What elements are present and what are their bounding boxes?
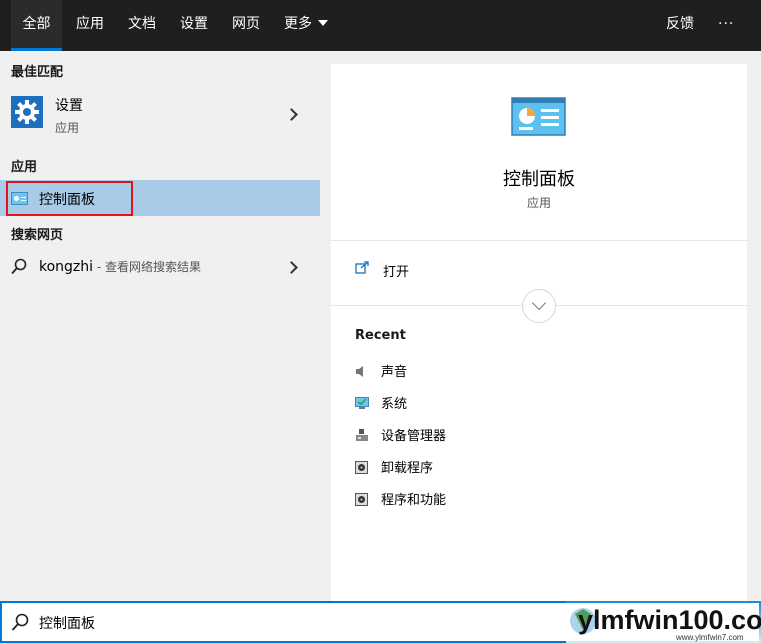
best-match-title: 设置: [55, 98, 83, 114]
watermark-text: ylmfwin100.com: [578, 605, 761, 635]
recent-item-system[interactable]: 系统: [355, 393, 407, 412]
programs-icon: [355, 461, 369, 474]
control-panel-icon: [511, 97, 566, 136]
results-pane: 最佳匹配 设置 应用 应用 控制面板 搜索网页 kongzhi - 查看网络搜索…: [0, 51, 320, 601]
web-search-text: kongzhi - 查看网络搜索结果: [39, 258, 201, 275]
web-query-suffix: - 查看网络搜索结果: [93, 260, 202, 274]
tab-more-label: 更多: [284, 16, 312, 32]
app-item-label: 控制面板: [39, 192, 95, 208]
recent-item-label: 系统: [381, 397, 408, 412]
gear-icon: [11, 96, 43, 128]
control-panel-icon: [11, 192, 28, 205]
site-watermark-logo: ylmfwin100.com www.ylmfwin7.com: [566, 600, 761, 643]
chevron-down-icon: [531, 295, 547, 311]
open-icon: [355, 261, 369, 274]
tab-documents[interactable]: 文档: [128, 0, 156, 51]
divider: [331, 240, 747, 241]
recent-item-label: 卸载程序: [381, 461, 434, 476]
best-match-subtitle: 应用: [55, 121, 80, 135]
tab-all[interactable]: 全部: [11, 0, 62, 51]
preview-subtitle: 应用: [526, 196, 551, 210]
recent-item-programs-features[interactable]: 程序和功能: [355, 489, 446, 508]
web-search-item[interactable]: kongzhi - 查看网络搜索结果: [0, 247, 320, 287]
programs-icon: [355, 493, 369, 506]
chevron-right-icon[interactable]: [285, 108, 298, 121]
apps-header: 应用: [11, 160, 38, 175]
recent-item-label: 声音: [381, 365, 408, 380]
search-scope-tabs: 全部 应用 文档 设置 网页 更多 反馈 ···: [0, 0, 761, 51]
chevron-right-icon[interactable]: [285, 261, 298, 274]
more-options-button[interactable]: ···: [718, 0, 734, 51]
speaker-icon: [355, 365, 369, 378]
watermark-small-text: www.ylmfwin7.com: [675, 633, 744, 642]
tab-web[interactable]: 网页: [232, 0, 260, 51]
recent-header: Recent: [355, 328, 406, 343]
tab-apps[interactable]: 应用: [76, 0, 104, 51]
chevron-down-icon: [318, 20, 328, 26]
recent-item-uninstall[interactable]: 卸载程序: [355, 457, 433, 476]
best-match-settings[interactable]: 设置 应用: [0, 89, 320, 139]
tab-more[interactable]: 更多: [284, 0, 328, 51]
search-input[interactable]: [39, 611, 539, 635]
recent-item-label: 程序和功能: [381, 493, 447, 508]
recent-item-device-manager[interactable]: 设备管理器: [355, 425, 446, 444]
tab-settings[interactable]: 设置: [180, 0, 208, 51]
best-match-header: 最佳匹配: [11, 65, 64, 80]
search-icon: [11, 613, 29, 631]
monitor-icon: [355, 397, 369, 410]
web-search-header: 搜索网页: [11, 228, 64, 243]
open-label: 打开: [383, 265, 410, 280]
web-query: kongzhi: [39, 259, 94, 275]
preview-title: 控制面板: [503, 169, 575, 190]
expand-button[interactable]: [522, 289, 556, 323]
recent-item-label: 设备管理器: [381, 429, 447, 444]
open-action[interactable]: 打开: [331, 252, 747, 286]
preview-pane: 控制面板 应用 打开 Recent 声音 系统 设备管理器 卸载程序 程序和功能: [331, 64, 747, 601]
search-icon: [11, 258, 27, 275]
feedback-button[interactable]: 反馈: [666, 0, 694, 51]
recent-item-sound[interactable]: 声音: [355, 361, 407, 380]
device-manager-icon: [355, 429, 369, 442]
